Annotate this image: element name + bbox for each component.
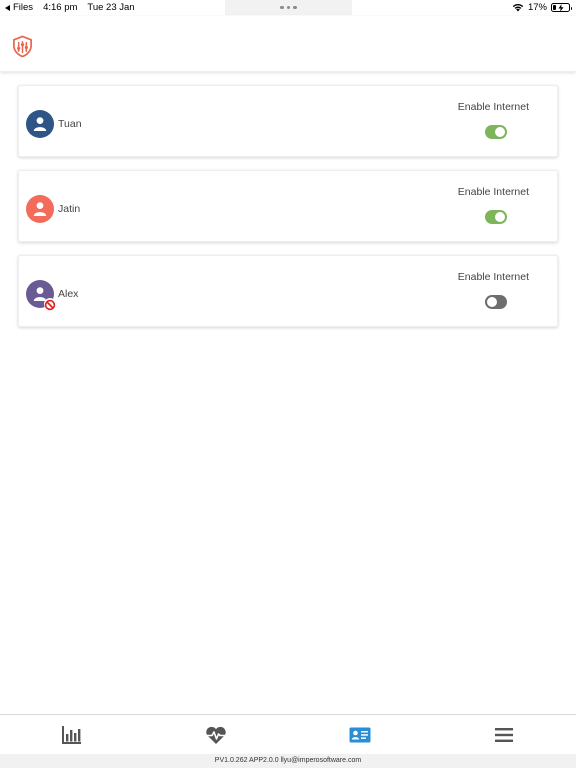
heartbeat-icon <box>206 726 226 744</box>
status-bar: Files 4:16 pm Tue 23 Jan 17% <box>0 0 576 16</box>
status-time: 4:16 pm <box>43 2 78 13</box>
avatar <box>26 110 54 138</box>
enable-internet-label: Enable Internet <box>457 186 529 198</box>
battery-percent: 17% <box>527 2 547 13</box>
nav-activity-button[interactable] <box>144 715 288 755</box>
enable-internet-label: Enable Internet <box>457 271 529 283</box>
user-card[interactable]: Jatin Enable Internet <box>18 170 558 242</box>
person-icon <box>33 202 47 216</box>
person-icon <box>33 117 47 131</box>
back-label: Files <box>13 2 34 13</box>
bottom-nav <box>0 714 576 754</box>
status-bar-left: Files 4:16 pm Tue 23 Jan <box>5 2 135 13</box>
user-name: Alex <box>58 288 79 300</box>
nav-menu-button[interactable] <box>432 715 576 755</box>
enable-internet-label: Enable Internet <box>457 101 529 113</box>
user-card[interactable]: Alex Enable Internet <box>18 255 558 327</box>
enable-internet-toggle[interactable] <box>485 210 507 224</box>
enable-internet-toggle[interactable] <box>485 125 507 139</box>
version-footer: PV1.0.262 APP2.0.0 llyu@imperosoftware.c… <box>0 754 576 768</box>
shield-logo-icon[interactable] <box>11 35 34 58</box>
dot-icon <box>280 5 284 10</box>
bar-chart-icon <box>62 726 81 744</box>
user-name: Tuan <box>58 118 82 130</box>
back-arrow-icon <box>5 4 10 11</box>
nav-users-button[interactable] <box>288 715 432 755</box>
wifi-icon <box>512 3 524 12</box>
battery-fill <box>553 5 556 10</box>
user-card[interactable]: Tuan Enable Internet <box>18 85 558 157</box>
status-bar-right: 17% <box>512 2 572 13</box>
menu-icon <box>495 728 513 742</box>
toggle-knob <box>487 297 497 307</box>
enable-internet-toggle[interactable] <box>485 295 507 309</box>
status-date: Tue 23 Jan <box>87 2 135 13</box>
nav-reports-button[interactable] <box>0 715 144 755</box>
avatar <box>26 195 54 223</box>
contact-card-icon <box>349 727 371 743</box>
charging-bolt-icon <box>558 3 563 12</box>
multitasking-handle[interactable] <box>225 0 352 15</box>
app-header <box>0 16 576 72</box>
user-name: Jatin <box>58 203 81 215</box>
dot-icon <box>286 5 291 10</box>
toggle-knob <box>495 127 505 137</box>
toggle-knob <box>495 212 505 222</box>
battery-icon <box>551 3 572 12</box>
blocked-icon <box>44 298 56 311</box>
dot-icon <box>293 5 297 10</box>
back-to-files-button[interactable]: Files <box>5 2 33 13</box>
